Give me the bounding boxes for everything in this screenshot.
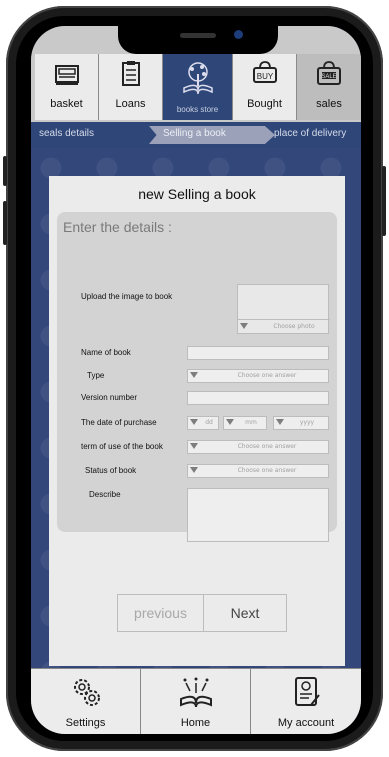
type-placeholder: Choose one answer [237, 372, 297, 379]
pagination-buttons: previous Next [117, 594, 287, 632]
chevron-down-icon [190, 419, 198, 425]
date-day-select[interactable]: dd [187, 416, 219, 430]
term-select[interactable]: Choose one answer [187, 440, 329, 454]
buy-bag-icon: BUY [250, 60, 280, 95]
book-tree-logo-icon [178, 60, 218, 103]
term-placeholder: Choose one answer [237, 443, 297, 450]
status-placeholder: Choose one answer [237, 467, 297, 474]
loan-document-icon [117, 60, 145, 95]
date-month-placeholder: mm [245, 419, 257, 426]
tab-label: Bought [247, 98, 282, 110]
tab-loans[interactable]: Loans [99, 54, 163, 120]
chevron-down-icon [240, 323, 248, 329]
book-name-input[interactable] [187, 346, 329, 360]
sale-bag-icon: SALE [314, 60, 344, 95]
tab-basket[interactable]: basket [35, 54, 99, 120]
breadcrumb: seals details Selling a book place of de… [31, 122, 361, 148]
term-label: term of use of the book [81, 442, 163, 451]
breadcrumb-step-delivery[interactable]: place of delivery [274, 128, 346, 139]
nav-home[interactable]: Home [141, 669, 251, 734]
tab-books-store[interactable]: books store [163, 54, 233, 120]
tab-label: Loans [115, 98, 146, 110]
chevron-down-icon [190, 443, 198, 449]
power-button [382, 166, 386, 236]
upload-label: Upload the image to book [81, 292, 173, 301]
next-button[interactable]: Next [204, 595, 286, 631]
tab-sales[interactable]: SALE sales [297, 54, 361, 120]
svg-text:SALE: SALE [321, 74, 336, 80]
status-select[interactable]: Choose one answer [187, 464, 329, 478]
volume-up-button [3, 156, 7, 186]
volume-down-button [3, 201, 7, 245]
nav-settings[interactable]: Settings [31, 669, 141, 734]
status-label: Status of book [85, 466, 137, 475]
account-document-icon [289, 675, 323, 717]
tab-label: basket [50, 98, 83, 110]
svg-text:BUY: BUY [256, 72, 273, 81]
tab-label: sales [316, 98, 342, 110]
notch [118, 26, 278, 54]
date-label: The date of purchase [81, 418, 157, 427]
choose-photo-label: Choose photo [273, 323, 315, 330]
nav-label: My account [277, 717, 335, 729]
date-day-placeholder: dd [205, 419, 213, 426]
cash-register-icon [53, 60, 81, 95]
tab-bought[interactable]: BUY Bought [233, 54, 297, 120]
camera-icon [234, 30, 243, 39]
choose-photo-button[interactable]: Choose photo [238, 319, 330, 334]
speaker-icon [180, 33, 216, 38]
section-heading: Enter the details : [63, 219, 172, 235]
describe-textarea[interactable] [187, 488, 329, 542]
type-label: Type [87, 371, 105, 380]
date-year-placeholder: yyyy [299, 419, 315, 426]
date-year-select[interactable]: yyyy [273, 416, 329, 430]
chevron-down-icon [276, 419, 284, 425]
breadcrumb-step-selling[interactable]: Selling a book [163, 128, 226, 139]
app-screen: basket Loans books store BUY Bought SALE… [31, 26, 361, 734]
nav-my-account[interactable]: My account [251, 669, 361, 734]
describe-label: Describe [89, 490, 121, 499]
tab-label: books store [176, 105, 219, 114]
name-label: Name of book [81, 348, 131, 357]
chevron-down-icon [190, 372, 198, 378]
open-book-home-icon [177, 675, 215, 717]
gears-icon [69, 675, 103, 717]
bottom-nav: Settings Home My account [31, 668, 361, 734]
form-card: new Selling a book Enter the details : U… [49, 176, 345, 666]
type-select[interactable]: Choose one answer [187, 369, 329, 383]
nav-label: Home [180, 717, 211, 729]
chevron-down-icon [226, 419, 234, 425]
details-panel: Enter the details : Upload the image to … [57, 212, 337, 542]
version-label: Version number [81, 393, 138, 402]
date-month-select[interactable]: mm [223, 416, 267, 430]
version-number-input[interactable] [187, 391, 329, 405]
image-upload-box[interactable]: Choose photo [237, 284, 330, 334]
page-title: new Selling a book [138, 186, 256, 202]
nav-label: Settings [65, 717, 106, 729]
breadcrumb-step-details[interactable]: seals details [39, 128, 94, 139]
chevron-down-icon [190, 467, 198, 473]
previous-button[interactable]: previous [118, 595, 204, 631]
